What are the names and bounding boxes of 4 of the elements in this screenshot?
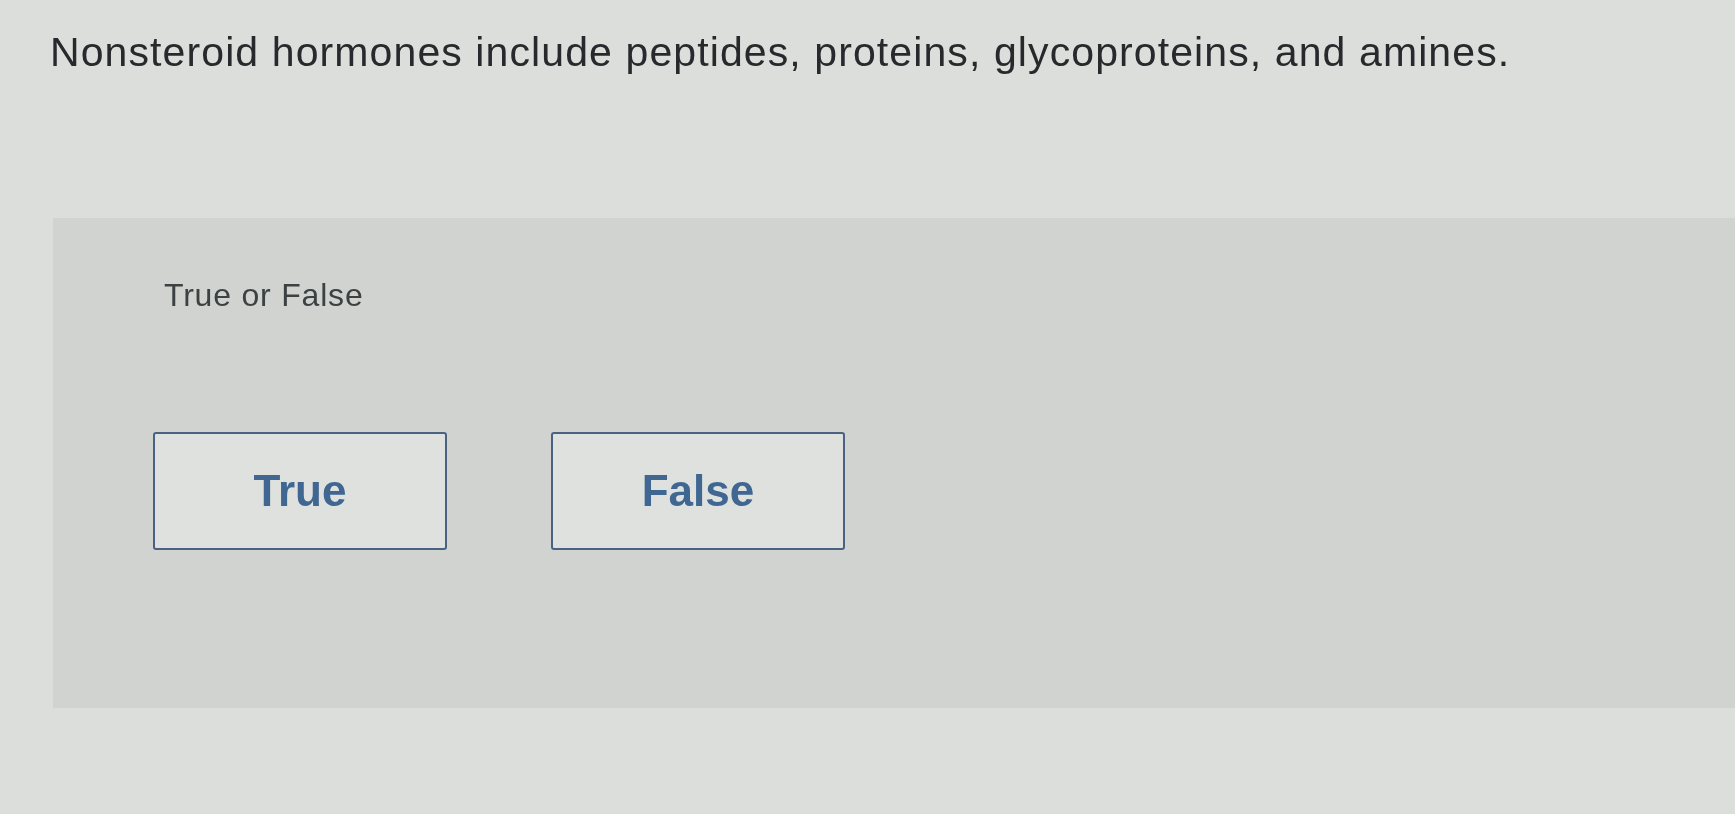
answer-option-button[interactable]: False xyxy=(551,432,845,550)
answer-prompt: True or False xyxy=(164,276,364,314)
question-text: Nonsteroid hormones include peptides, proteins, glycoproteins, and amines. xyxy=(50,28,1511,76)
answer-option-button[interactable]: True xyxy=(153,432,447,550)
